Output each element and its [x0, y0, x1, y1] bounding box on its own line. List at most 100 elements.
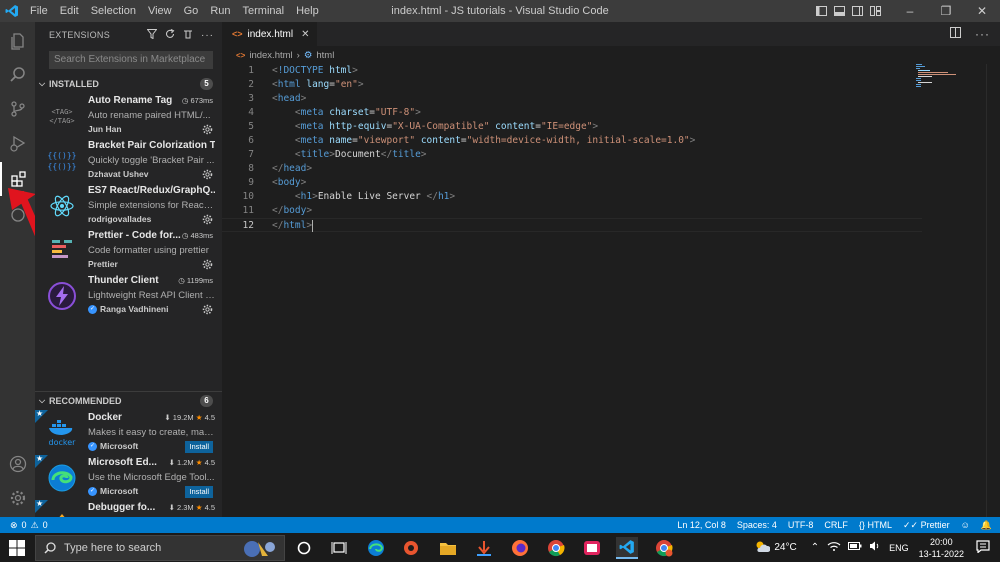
- vscode-taskbar-icon[interactable]: [616, 537, 638, 559]
- menu-go[interactable]: Go: [178, 0, 205, 22]
- extension-item-auto-rename-tag[interactable]: <TAG> </TAG> Auto Rename Tag ◷ 673ms Auto…: [35, 93, 222, 138]
- vscode-logo-icon: [0, 0, 24, 22]
- install-button[interactable]: Install: [185, 441, 213, 453]
- chrome-icon[interactable]: [545, 537, 567, 559]
- extension-gear-icon[interactable]: [202, 169, 213, 180]
- installed-section-header[interactable]: ⌵ INSTALLED 5: [35, 75, 222, 93]
- recommended-section-header[interactable]: ⌵ RECOMMENDED 6: [35, 392, 222, 410]
- task-view-icon[interactable]: [328, 537, 350, 559]
- customize-layout-icon[interactable]: [866, 0, 884, 22]
- extension-gear-icon[interactable]: [202, 304, 213, 315]
- network-app-icon[interactable]: [473, 537, 495, 559]
- close-tab-icon[interactable]: ✕: [301, 29, 309, 40]
- prettier-logo-icon: [45, 234, 79, 268]
- extension-item-es7-react[interactable]: ES7 React/Redux/GraphQ... Simple extensi…: [35, 183, 222, 228]
- verified-badge-icon: ✓: [88, 486, 97, 496]
- menu-terminal[interactable]: Terminal: [237, 0, 291, 22]
- minimap[interactable]: [916, 64, 986, 104]
- run-debug-icon[interactable]: [0, 126, 35, 160]
- extension-item-bracket-pair[interactable]: {{()}} {{()}} Bracket Pair Colorization T…: [35, 138, 222, 183]
- source-control-icon[interactable]: [0, 92, 35, 126]
- toggle-primary-sidebar-icon[interactable]: [812, 0, 830, 22]
- weather-icon[interactable]: [754, 539, 771, 556]
- more-actions-icon[interactable]: ···: [201, 30, 214, 41]
- code-line: 5 <meta http-equiv="X-UA-Compatible" con…: [248, 121, 599, 132]
- svg-text:{{()}}: {{()}}: [48, 151, 77, 160]
- restore-icon[interactable]: ❐: [928, 0, 964, 22]
- code-line: 3 <head>: [248, 93, 307, 104]
- windows-start-icon[interactable]: [8, 539, 26, 557]
- input-language[interactable]: ENG: [889, 543, 909, 553]
- cortana-icon[interactable]: [293, 537, 315, 559]
- recommended-section: ⌵ RECOMMENDED 6 ★ docker Docker ⬇ 19.2M …: [35, 391, 222, 517]
- refresh-icon[interactable]: [165, 29, 175, 41]
- menu-help[interactable]: Help: [290, 0, 325, 22]
- extension-item-edge-tools[interactable]: ★ Microsoft Ed... ⬇ 1.2M ★ 4.5 Use the M…: [35, 454, 222, 500]
- more-actions-icon[interactable]: ···: [975, 27, 990, 41]
- code-line-current: 12 </html>: [222, 218, 922, 232]
- wifi-icon[interactable]: [827, 541, 841, 554]
- code-editor[interactable]: 1 <!DOCTYPE html> 2 <html lang="en"> 3 <hea…: [222, 64, 922, 232]
- battery-icon[interactable]: [848, 542, 862, 553]
- vertical-scrollbar[interactable]: [986, 64, 1000, 517]
- language-mode[interactable]: {} HTML: [859, 520, 892, 530]
- account-icon[interactable]: [0, 447, 35, 481]
- search-icon[interactable]: [0, 58, 35, 92]
- install-button[interactable]: Install: [185, 486, 213, 498]
- extension-publisher: Prettier: [88, 259, 118, 269]
- clear-icon[interactable]: [183, 29, 193, 41]
- tray-overflow-icon[interactable]: ⌃: [811, 542, 819, 553]
- tab-index-html[interactable]: <> index.html ✕: [222, 22, 318, 46]
- end-of-line[interactable]: CRLF: [824, 520, 848, 530]
- clock-time: 20:00: [930, 536, 953, 547]
- feedback-icon[interactable]: ☺: [961, 520, 970, 530]
- close-window-icon[interactable]: ✕: [964, 0, 1000, 22]
- split-editor-icon[interactable]: [950, 27, 961, 41]
- prettier-status[interactable]: ✓✓ Prettier: [903, 520, 950, 531]
- clock[interactable]: 20:00 13-11-2022: [911, 536, 972, 560]
- toggle-secondary-sidebar-icon[interactable]: [848, 0, 866, 22]
- paint-app-icon[interactable]: [400, 537, 422, 559]
- screen-recorder-icon[interactable]: [581, 537, 603, 559]
- file-explorer-icon[interactable]: [437, 537, 459, 559]
- explorer-icon[interactable]: [0, 24, 35, 58]
- edge-browser-icon[interactable]: [365, 537, 387, 559]
- extension-description: Simple extensions for React,...: [88, 200, 215, 211]
- title-bar: File Edit Selection View Go Run Terminal…: [0, 0, 1000, 22]
- extension-item-docker[interactable]: ★ docker Docker ⬇ 19.2M ★ 4.5 Makes it e…: [35, 409, 222, 455]
- extension-gear-icon[interactable]: [202, 214, 213, 225]
- weather-temp[interactable]: 24°C: [774, 542, 796, 553]
- notifications-icon[interactable]: 🔔: [981, 520, 992, 531]
- code-line: 1 <!DOCTYPE html>: [248, 65, 358, 76]
- debugger-logo-icon: [45, 506, 79, 517]
- extensions-search-input[interactable]: Search Extensions in Marketplace: [49, 51, 213, 69]
- indentation[interactable]: Spaces: 4: [737, 520, 777, 530]
- volume-icon[interactable]: [869, 541, 881, 554]
- taskbar-search-input[interactable]: Type here to search: [35, 535, 285, 561]
- extension-gear-icon[interactable]: [202, 124, 213, 135]
- taskbar-search-placeholder: Type here to search: [64, 542, 162, 554]
- breadcrumb-element[interactable]: html: [316, 50, 334, 61]
- manage-gear-icon[interactable]: [0, 481, 35, 515]
- extension-item-prettier[interactable]: Prettier - Code for... ◷ 483ms Code form…: [35, 228, 222, 273]
- firefox-icon[interactable]: [509, 537, 531, 559]
- encoding[interactable]: UTF-8: [788, 520, 814, 530]
- menu-view[interactable]: View: [142, 0, 178, 22]
- chrome-profile-icon[interactable]: [653, 537, 675, 559]
- cursor-position[interactable]: Ln 12, Col 8: [677, 520, 726, 530]
- extension-item-debugger[interactable]: ★ Debugger fo... ⬇ 2.3M ★ 4.5: [35, 499, 222, 517]
- menu-run[interactable]: Run: [204, 0, 236, 22]
- problems-indicator[interactable]: ⊗ 0 ⚠ 0: [0, 520, 48, 531]
- menu-file[interactable]: File: [24, 0, 54, 22]
- breadcrumb-file[interactable]: index.html: [249, 50, 292, 61]
- menu-edit[interactable]: Edit: [54, 0, 85, 22]
- extension-gear-icon[interactable]: [202, 259, 213, 270]
- minimize-icon[interactable]: –: [892, 0, 928, 22]
- html-file-icon: <>: [232, 29, 243, 39]
- notification-center-icon[interactable]: [972, 539, 1000, 556]
- extension-item-thunder-client[interactable]: Thunder Client ◷ 1199ms Lightweight Rest…: [35, 273, 222, 318]
- element-symbol-icon: ⚙: [303, 49, 313, 61]
- filter-icon[interactable]: [146, 29, 158, 41]
- toggle-panel-icon[interactable]: [830, 0, 848, 22]
- menu-selection[interactable]: Selection: [85, 0, 142, 22]
